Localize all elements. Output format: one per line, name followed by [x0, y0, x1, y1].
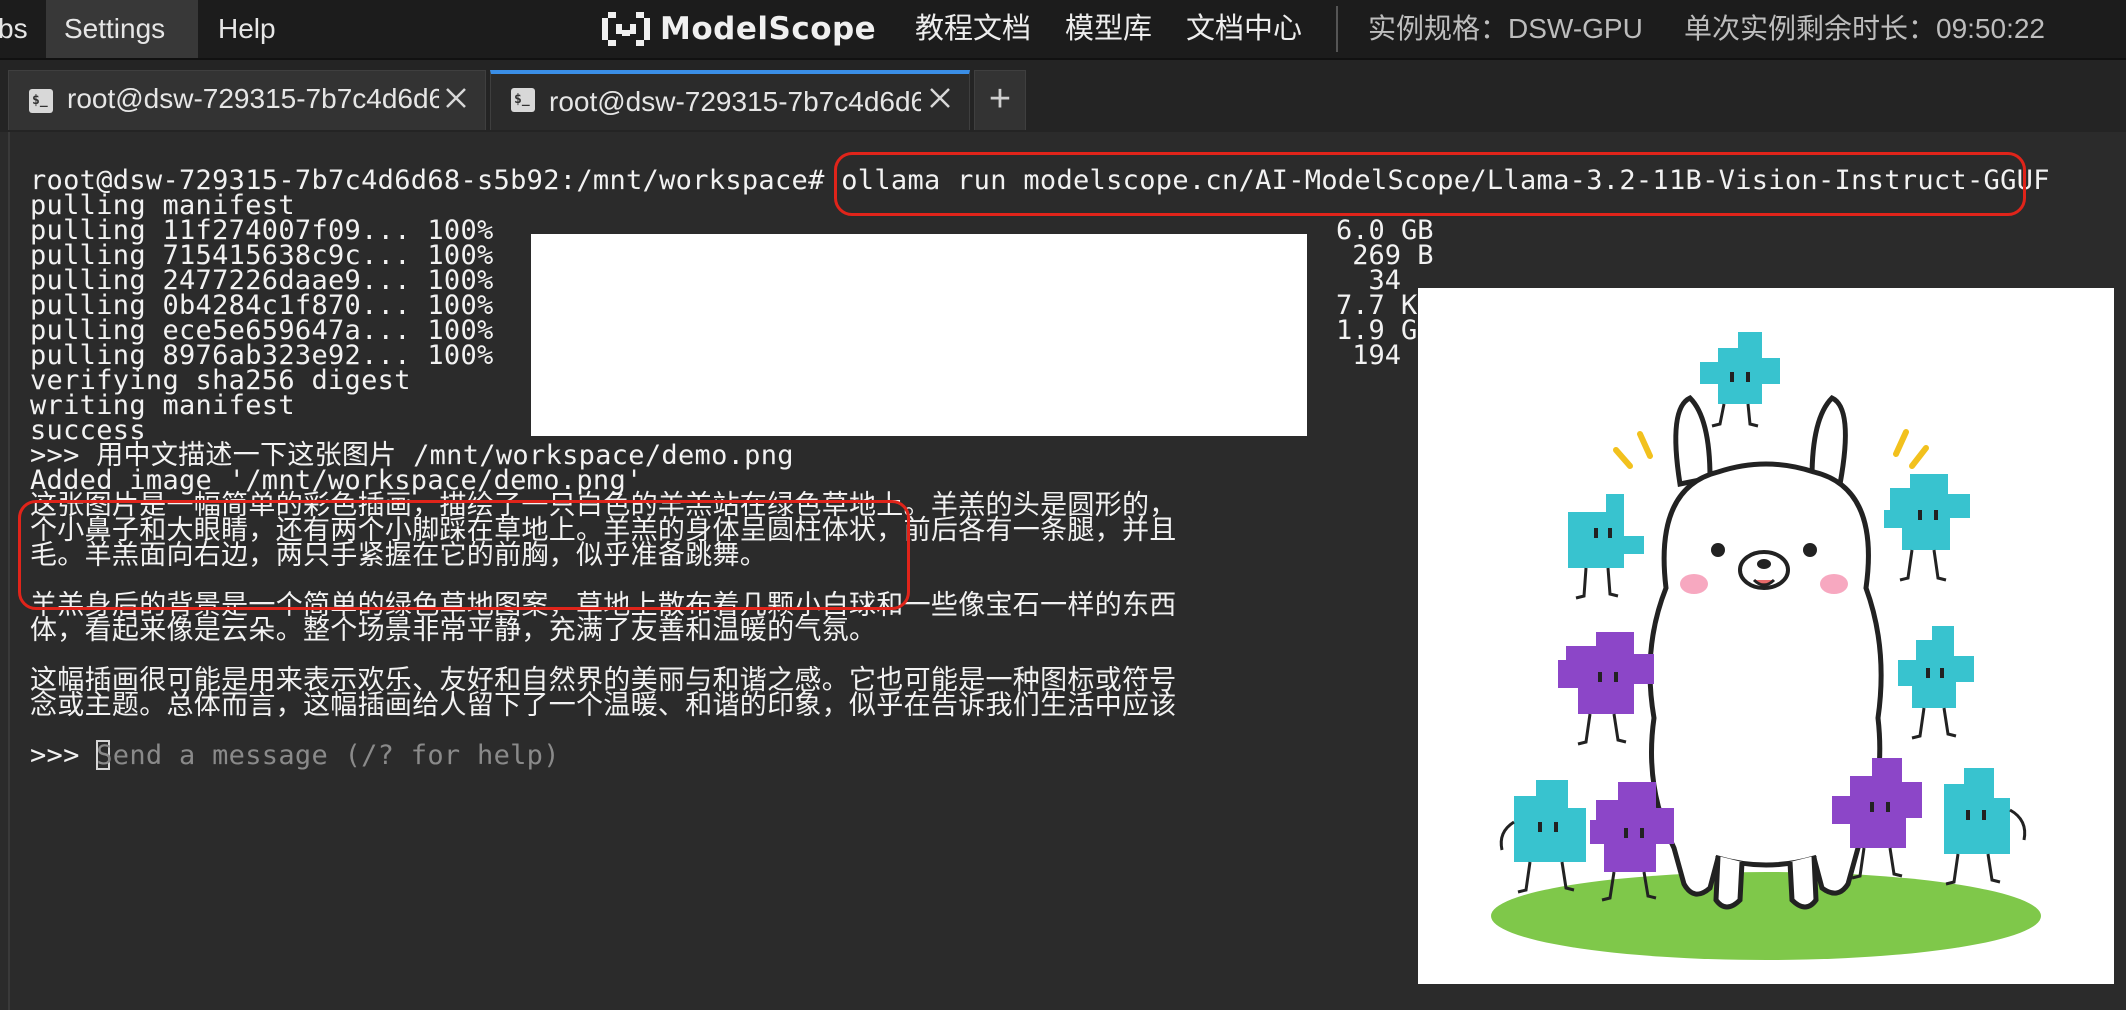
- close-icon[interactable]: [925, 83, 955, 113]
- response-line: 念或主题。总体而言，这幅插画给人留下了一个温暖、和谐的印象，似乎在告诉我们生活中…: [30, 690, 1177, 721]
- top-menu-bar: bs Settings Help ModelScope 教程文档 模型库 文档中…: [0, 0, 2126, 60]
- new-tab-button[interactable]: +: [974, 70, 1026, 130]
- input-placeholder: Send a message (/? for help): [96, 740, 560, 771]
- nav-doc-center[interactable]: 文档中心: [1186, 0, 1302, 58]
- input-prompt: >>>: [30, 740, 97, 771]
- nav-model-library[interactable]: 模型库: [1065, 0, 1152, 58]
- blue-pixel-creature-left: [1568, 494, 1644, 600]
- terminal-tab-active[interactable]: $_ root@dsw-729315-7b7c4d6d68-s5b92: /mn…: [490, 70, 970, 130]
- tab-label: root@dsw-729315-7b7c4d6d68-s5b92: /mnt/w…: [549, 86, 921, 117]
- nav-tutorials[interactable]: 教程文档: [915, 0, 1031, 58]
- pull-size: 194: [1336, 340, 1402, 371]
- close-icon[interactable]: [441, 83, 471, 113]
- blue-pixel-creature-right: [1884, 474, 1970, 582]
- response-line: 体，看起来像是云朵。整个场景非常平静，充满了友善和温暖的气氛。: [30, 615, 877, 646]
- sparkle-lines: [1613, 429, 1929, 469]
- purple-pixel-creature-left: [1558, 632, 1654, 746]
- blue-pixel-creature-bottom-left: [1499, 780, 1586, 894]
- command-highlight-box: [834, 152, 2026, 216]
- instance-remaining-time: 单次实例剩余时长：09:50:22: [1684, 13, 2045, 44]
- alpaca: [1647, 395, 1884, 910]
- instance-spec: 实例规格：DSW-GPU: [1368, 13, 1643, 44]
- grass-ground: [1491, 872, 2041, 960]
- menu-item-help[interactable]: Help: [218, 0, 276, 58]
- terminal-tab-bar: $_ root@dsw-729315-7b7c4d6d68-s5b92: /mn…: [0, 60, 2126, 132]
- message-input[interactable]: >>> Send a message (/? for help): [30, 739, 560, 773]
- blue-pixel-creature-top: [1700, 332, 1780, 428]
- menu-item-previous[interactable]: bs: [0, 0, 28, 58]
- logo-text: ModelScope: [660, 11, 877, 47]
- terminal-tab[interactable]: $_ root@dsw-729315-7b7c4d6d68-s5b92: /mn…: [8, 70, 486, 130]
- progress-bar-area: [531, 234, 1307, 436]
- modelscope-logo-icon: [602, 12, 650, 46]
- modelscope-logo[interactable]: ModelScope: [602, 8, 876, 50]
- blue-pixel-creature-bottom-right: [1944, 768, 2027, 886]
- alpaca-illustration: [1491, 332, 2041, 960]
- terminal-icon: $_: [511, 88, 535, 112]
- demo-image: [1418, 288, 2114, 984]
- menu-item-settings[interactable]: Settings: [46, 0, 198, 58]
- tab-label: root@dsw-729315-7b7c4d6d68-s5b92: /mnt/w…: [67, 83, 439, 114]
- menubar-divider: [1336, 6, 1338, 52]
- terminal-icon: $_: [29, 89, 53, 113]
- image-input-highlight-box: [18, 500, 910, 610]
- blue-pixel-creature-mid-right: [1898, 626, 1974, 740]
